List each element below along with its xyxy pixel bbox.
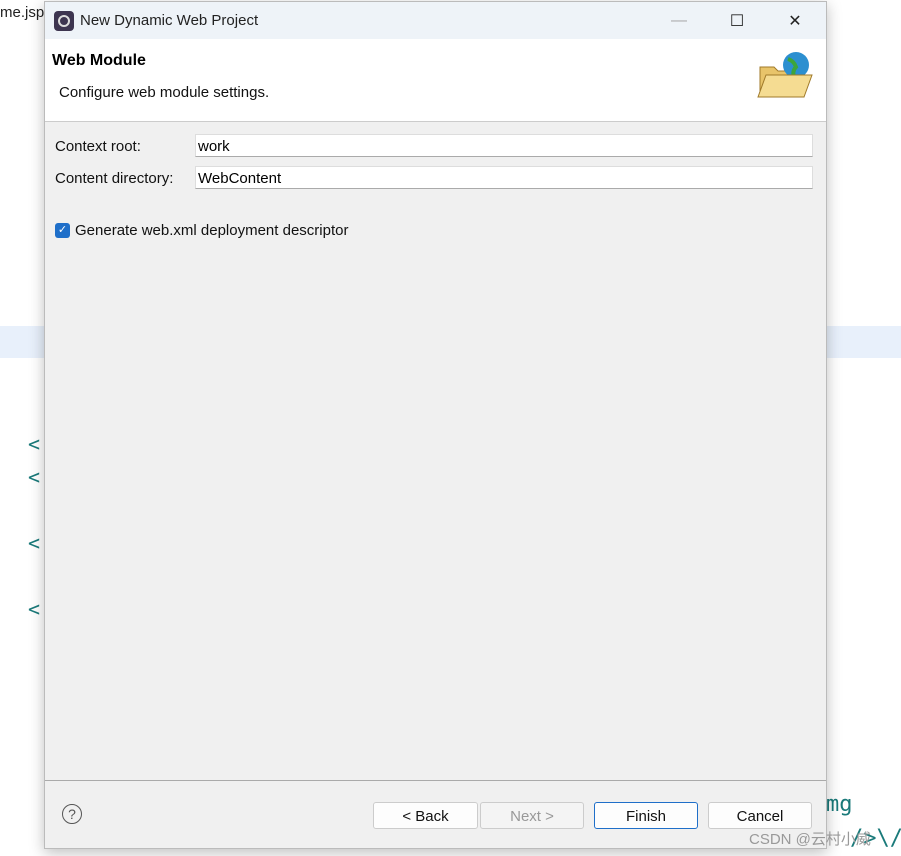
eclipse-icon bbox=[54, 10, 74, 31]
divider bbox=[45, 780, 826, 781]
finish-button[interactable]: Finish bbox=[594, 802, 698, 829]
code-bracket: < bbox=[28, 531, 41, 555]
code-text: mg bbox=[826, 792, 853, 817]
page-description: Configure web module settings. bbox=[59, 84, 270, 101]
next-button[interactable]: Next > bbox=[480, 802, 584, 829]
new-dynamic-web-project-dialog: New Dynamic Web Project — ☐ ✕ Web Module… bbox=[44, 1, 827, 849]
help-icon[interactable]: ? bbox=[62, 804, 82, 824]
title-bar: New Dynamic Web Project — ☐ ✕ bbox=[45, 2, 826, 39]
dialog-title: New Dynamic Web Project bbox=[80, 12, 259, 29]
context-root-label: Context root: bbox=[55, 138, 141, 155]
content-directory-label: Content directory: bbox=[55, 170, 174, 187]
web-folder-icon bbox=[757, 52, 813, 98]
code-bracket: < bbox=[28, 465, 41, 489]
maximize-button[interactable]: ☐ bbox=[708, 2, 766, 39]
close-button[interactable]: ✕ bbox=[766, 2, 824, 39]
minimize-button[interactable]: — bbox=[650, 2, 708, 39]
editor-tab[interactable]: me.jsp bbox=[0, 4, 44, 21]
cancel-button[interactable]: Cancel bbox=[708, 802, 812, 829]
context-root-input[interactable]: work bbox=[195, 134, 813, 157]
watermark: CSDN @云村小威 bbox=[749, 831, 871, 848]
content-directory-input[interactable]: WebContent bbox=[195, 166, 813, 189]
page-title: Web Module bbox=[52, 52, 146, 69]
generate-web-xml-checkbox[interactable]: ✓ bbox=[55, 223, 70, 238]
wizard-header: Web Module Configure web module settings… bbox=[45, 39, 826, 122]
back-button[interactable]: < Back bbox=[373, 802, 478, 829]
generate-web-xml-label[interactable]: Generate web.xml deployment descriptor bbox=[75, 222, 348, 239]
code-bracket: < bbox=[28, 432, 41, 456]
code-bracket: < bbox=[28, 597, 41, 621]
